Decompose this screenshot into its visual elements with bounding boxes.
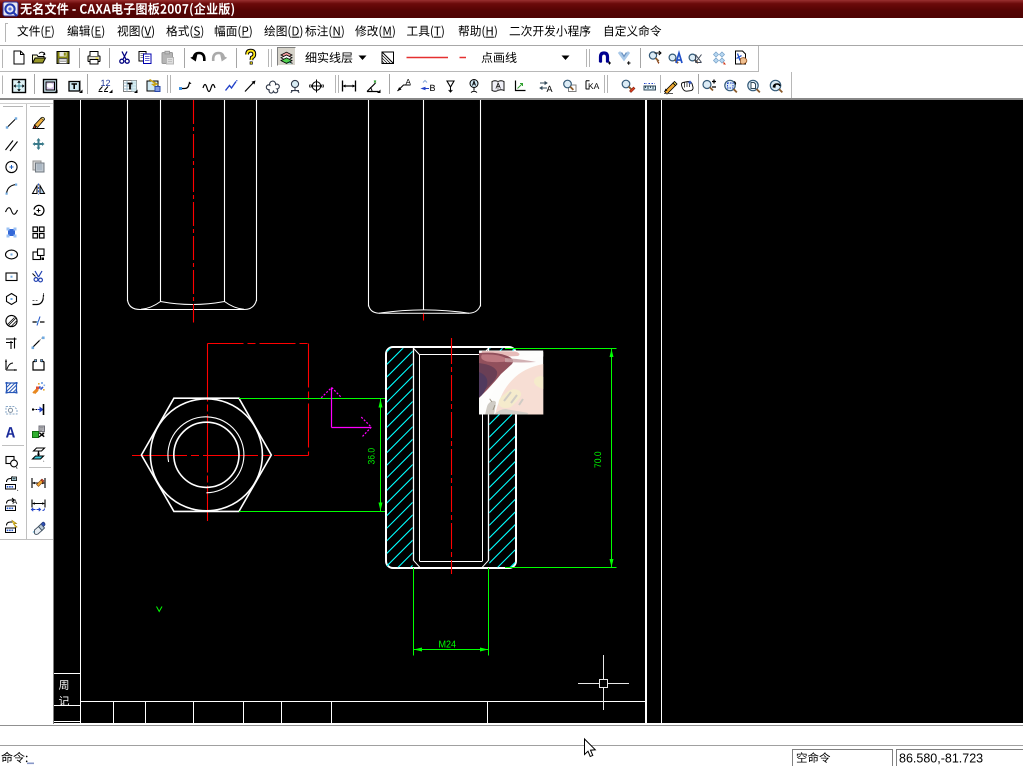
svg-text:86.580,-81.723: 86.580,-81.723 — [899, 752, 983, 766]
